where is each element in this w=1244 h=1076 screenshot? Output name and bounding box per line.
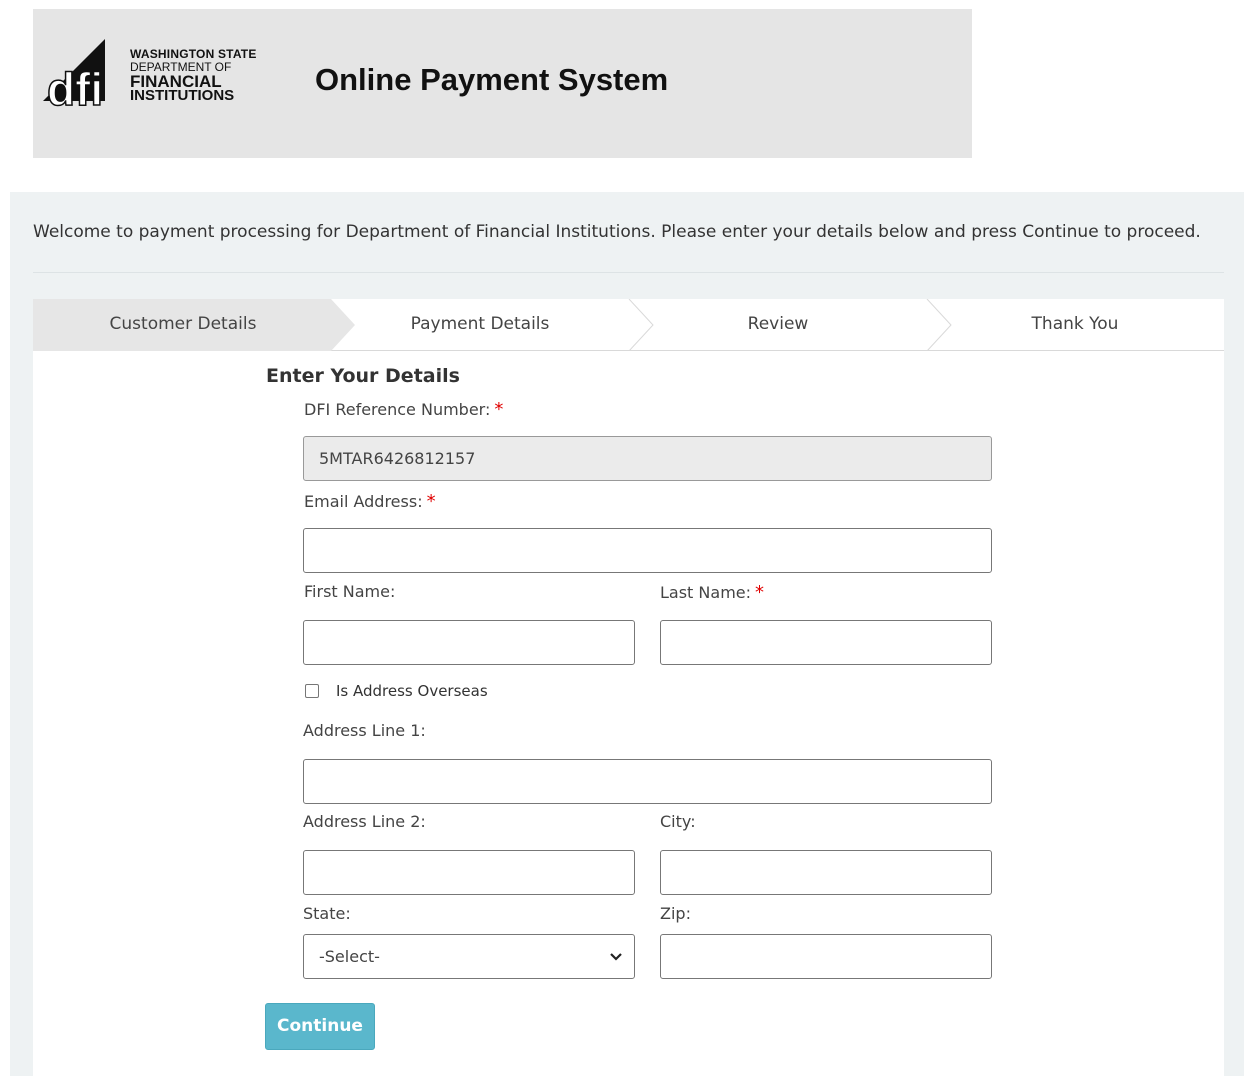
address2-label: Address Line 2: — [303, 812, 426, 831]
city-field[interactable] — [660, 850, 992, 895]
address1-label: Address Line 1: — [303, 721, 426, 740]
step-customer-details: Customer Details — [109, 314, 257, 334]
required-marker: * — [426, 491, 436, 512]
city-label: City: — [660, 812, 696, 831]
svg-text:dfi: dfi — [47, 63, 103, 115]
state-label: State: — [303, 904, 351, 923]
last-name-label-text: Last Name: — [660, 583, 752, 602]
required-marker: * — [755, 582, 765, 603]
logo-text: WASHINGTON STATE DEPARTMENT OF FINANCIAL… — [130, 48, 257, 104]
reference-label-text: DFI Reference Number: — [304, 400, 491, 419]
site-title: Online Payment System — [315, 62, 669, 97]
chevron-down-icon — [610, 953, 622, 961]
first-name-label: First Name: — [304, 582, 396, 601]
email-label: Email Address: * — [304, 491, 436, 512]
step-payment-details: Payment Details — [410, 314, 550, 334]
logo-line: INSTITUTIONS — [130, 87, 235, 104]
address2-field[interactable] — [303, 850, 635, 895]
overseas-label: Is Address Overseas — [336, 682, 488, 700]
divider — [33, 272, 1224, 273]
welcome-message: Welcome to payment processing for Depart… — [33, 222, 1201, 242]
progress-steps: Customer Details Payment Details Review … — [33, 299, 1224, 351]
zip-label: Zip: — [660, 904, 691, 923]
reference-label: DFI Reference Number: * — [304, 399, 503, 420]
step-thank-you: Thank You — [1031, 314, 1119, 334]
first-name-field[interactable] — [303, 620, 635, 665]
email-field[interactable] — [303, 528, 992, 573]
state-selected-value: -Select- — [319, 947, 380, 966]
email-label-text: Email Address: — [304, 492, 423, 511]
last-name-field[interactable] — [660, 620, 992, 665]
overseas-checkbox[interactable] — [305, 684, 319, 698]
address1-field[interactable] — [303, 759, 992, 804]
form-title: Enter Your Details — [266, 365, 460, 387]
form-container: Customer Details Payment Details Review … — [33, 299, 1224, 1076]
reference-number-field — [303, 436, 992, 481]
continue-button[interactable]: Continue — [265, 1003, 375, 1050]
step-review: Review — [747, 314, 809, 334]
dfi-logo-icon: dfi — [43, 39, 105, 116]
site-header: dfi WASHINGTON STATE DEPARTMENT OF FINAN… — [33, 9, 972, 158]
last-name-label: Last Name: * — [660, 582, 764, 603]
required-marker: * — [494, 399, 504, 420]
zip-field[interactable] — [660, 934, 992, 979]
state-select[interactable]: -Select- — [303, 934, 635, 979]
payment-panel: Welcome to payment processing for Depart… — [10, 192, 1244, 1076]
